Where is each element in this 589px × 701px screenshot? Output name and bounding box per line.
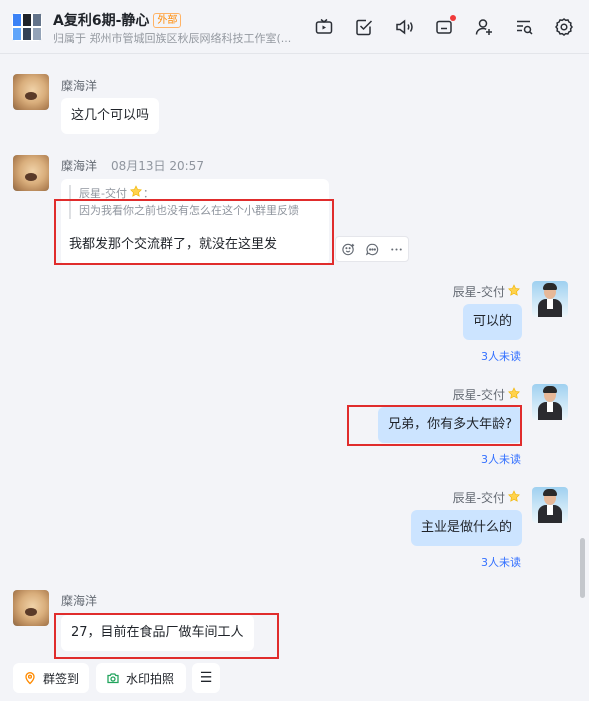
message-actions [335,236,409,262]
message-bubble[interactable]: 兄弟，你有多大年龄? [378,407,522,443]
notification-dot [450,15,456,21]
menu-icon: ☰ [199,670,213,686]
sender-name[interactable]: 辰星-交付 [453,283,521,300]
chat-title[interactable]: A复利6期-静心 [53,10,149,30]
message-bubble[interactable]: 这几个可以吗 [61,98,160,134]
external-tag: 外部 [153,12,182,28]
checkbox-icon[interactable] [353,16,375,38]
star-badge-icon [508,284,520,296]
more-icon[interactable] [384,237,408,261]
avatar[interactable] [532,384,568,420]
star-badge-icon [508,490,520,502]
read-status[interactable]: 3人未读 [481,348,521,364]
group-checkin-button[interactable]: 群签到 [13,663,89,693]
camera-icon [107,673,119,684]
avatar[interactable] [13,74,49,110]
message-box-icon[interactable] [433,15,456,38]
avatar[interactable] [532,281,568,317]
sender-name[interactable]: 辰星-交付 [453,386,521,403]
avatar[interactable] [13,590,49,626]
message-bubble[interactable]: 27，目前在食品厂做车间工人 [61,615,254,651]
message-bubble[interactable]: 辰星-交付： 因为我看你之前也没有怎么在这个小群里反馈 我都发那个交流群了，就没… [61,179,329,265]
emoji-reaction-icon[interactable] [336,237,360,261]
watermark-label: 水印拍照 [126,671,175,686]
sender-name[interactable]: 辰星-交付 [453,489,521,506]
avatar[interactable] [532,487,568,523]
speaker-icon[interactable] [393,16,415,38]
read-status[interactable]: 3人未读 [481,451,521,467]
header-toolbar [313,15,575,38]
reply-icon[interactable] [360,237,384,261]
add-user-icon[interactable] [473,16,495,38]
tv-icon[interactable] [313,16,335,38]
chat-header: A复利6期-静心 外部 归属于 郑州市管城回族区秋辰网络科技工作室(... [0,0,589,54]
title-row: A复利6期-静心 外部 [53,10,182,30]
sender-name[interactable]: 糜海洋 [61,592,97,609]
avatar[interactable] [13,155,49,191]
scrollbar[interactable] [580,538,585,598]
message-time: 08月13日 20:57 [111,159,204,173]
group-avatar[interactable] [12,13,42,41]
star-badge-icon [508,387,520,399]
chat-subtitle: 归属于 郑州市管城回族区秋辰网络科技工作室(... [53,32,292,45]
sender-name[interactable]: 糜海洋 08月13日 20:57 [61,157,204,174]
location-pin-icon [25,672,35,685]
message-bubble[interactable]: 可以的 [462,304,522,340]
quoted-message[interactable]: 辰星-交付： 因为我看你之前也没有怎么在这个小群里反馈 [69,185,299,219]
watermark-photo-button[interactable]: 水印拍照 [96,663,186,693]
more-actions-button[interactable]: ☰ [192,663,220,693]
star-badge-icon [130,185,142,197]
message-text: 我都发那个交流群了，就没在这里发 [69,237,278,252]
checkin-label: 群签到 [43,671,80,686]
gear-icon[interactable] [553,16,575,38]
message-bubble[interactable]: 主业是做什么的 [410,510,522,546]
read-status[interactable]: 3人未读 [481,554,521,570]
sender-name[interactable]: 糜海洋 [61,77,97,94]
search-list-icon[interactable] [513,16,535,38]
